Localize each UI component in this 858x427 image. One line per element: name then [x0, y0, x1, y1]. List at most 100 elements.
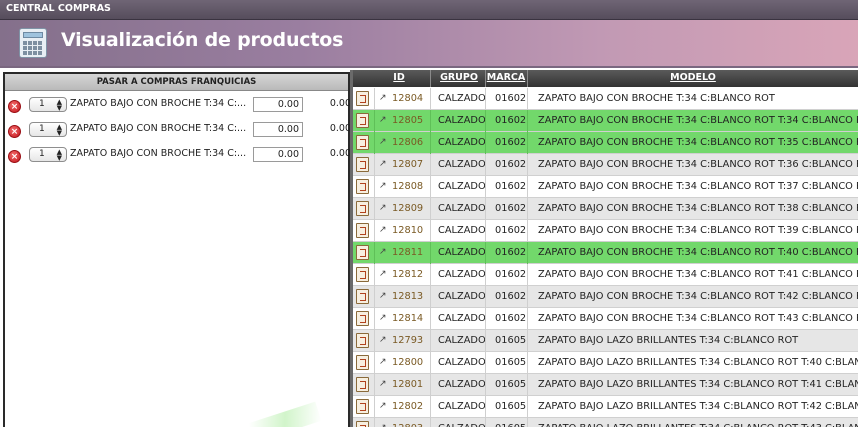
cell-id[interactable]: 12800	[392, 357, 423, 368]
external-link-icon[interactable]: ↗	[379, 379, 387, 389]
table-row[interactable]: ↗ 12809 CALZADO 01602 ZAPATO BAJO CON BROCHE…	[353, 198, 858, 220]
external-link-icon[interactable]: ↗	[379, 93, 387, 103]
cell-id[interactable]: 12793	[392, 335, 423, 346]
quantity-select[interactable]: 1 ▲ ▼	[29, 122, 67, 137]
column-header-id[interactable]: ID	[379, 72, 419, 83]
table-row[interactable]: ↗ 12803 CALZADO 01605 ZAPATO BAJO LAZO BRILL…	[353, 418, 858, 427]
page-title-bar: Visualización de productos	[0, 20, 858, 68]
remove-icon[interactable]: ×	[8, 150, 21, 163]
cell-id[interactable]: 12809	[392, 203, 423, 214]
cell-grupo: CALZADO	[438, 247, 486, 258]
cell-marca: 01602	[495, 159, 527, 170]
cart-row: × 1 ▲ ▼ ZAPATO BAJO CON BROCHE T:34 C:... 0.0…	[8, 145, 351, 165]
cell-id[interactable]: 12812	[392, 269, 423, 280]
table-row[interactable]: ↗ 12805 CALZADO 01602 ZAPATO BAJO CON BROCHE…	[353, 110, 858, 132]
table-row[interactable]: ↗ 12801 CALZADO 01605 ZAPATO BAJO LAZO BRILL…	[353, 374, 858, 396]
transfer-icon[interactable]	[356, 91, 369, 106]
cell-id[interactable]: 12813	[392, 291, 423, 302]
cell-id[interactable]: 12807	[392, 159, 423, 170]
table-row[interactable]: ↗ 12793 CALZADO 01605 ZAPATO BAJO LAZO BRILL…	[353, 330, 858, 352]
remove-icon[interactable]: ×	[8, 125, 21, 138]
cell-id[interactable]: 12810	[392, 225, 423, 236]
table-row[interactable]: ↗ 12802 CALZADO 01605 ZAPATO BAJO LAZO BRILL…	[353, 396, 858, 418]
cell-id[interactable]: 12811	[392, 247, 423, 258]
table-row[interactable]: ↗ 12807 CALZADO 01602 ZAPATO BAJO CON BROCHE…	[353, 154, 858, 176]
cell-id[interactable]: 12801	[392, 379, 423, 390]
cell-marca: 01602	[495, 225, 527, 236]
cell-id[interactable]: 12808	[392, 181, 423, 192]
transfer-icon[interactable]	[356, 377, 369, 392]
external-link-icon[interactable]: ↗	[379, 357, 387, 367]
external-link-icon[interactable]: ↗	[379, 115, 387, 125]
external-link-icon[interactable]: ↗	[379, 159, 387, 169]
transfer-icon[interactable]	[356, 135, 369, 150]
external-link-icon[interactable]: ↗	[379, 401, 387, 411]
table-row[interactable]: ↗ 12813 CALZADO 01602 ZAPATO BAJO CON BROCHE…	[353, 286, 858, 308]
price-input[interactable]: 0.00	[253, 122, 303, 137]
cell-modelo: ZAPATO BAJO CON BROCHE T:34 C:BLANCO ROT…	[538, 203, 858, 214]
external-link-icon[interactable]: ↗	[379, 181, 387, 191]
table-row[interactable]: ↗ 12811 CALZADO 01602 ZAPATO BAJO CON BROCHE…	[353, 242, 858, 264]
cell-marca: 01602	[495, 203, 527, 214]
cell-id[interactable]: 12802	[392, 401, 423, 412]
external-link-icon[interactable]: ↗	[379, 313, 387, 323]
quantity-select[interactable]: 1 ▲ ▼	[29, 97, 67, 112]
cell-marca: 01602	[495, 247, 527, 258]
transfer-icon[interactable]	[356, 223, 369, 238]
external-link-icon[interactable]: ↗	[379, 225, 387, 235]
transfer-icon[interactable]	[356, 421, 369, 427]
app-name-bar: CENTRAL COMPRAS	[0, 0, 858, 20]
price-input[interactable]: 0.00	[253, 147, 303, 162]
cell-id[interactable]: 12803	[392, 423, 423, 427]
transfer-icon[interactable]	[356, 267, 369, 282]
cell-modelo: ZAPATO BAJO LAZO BRILLANTES T:34 C:BLANC…	[538, 423, 858, 427]
table-row[interactable]: ↗ 12814 CALZADO 01602 ZAPATO BAJO CON BROCHE…	[353, 308, 858, 330]
external-link-icon[interactable]: ↗	[379, 203, 387, 213]
cart-row: × 1 ▲ ▼ ZAPATO BAJO CON BROCHE T:34 C:... 0.0…	[8, 120, 351, 140]
external-link-icon[interactable]: ↗	[379, 137, 387, 147]
transfer-icon[interactable]	[356, 201, 369, 216]
column-header-grupo[interactable]: GRUPO	[431, 72, 487, 83]
external-link-icon[interactable]: ↗	[379, 291, 387, 301]
cell-grupo: CALZADO	[438, 225, 486, 236]
cell-marca: 01602	[495, 269, 527, 280]
remove-icon[interactable]: ×	[8, 100, 21, 113]
cell-marca: 01602	[495, 93, 527, 104]
transfer-icon[interactable]	[356, 157, 369, 172]
external-link-icon[interactable]: ↗	[379, 247, 387, 257]
price-input[interactable]: 0.00	[253, 97, 303, 112]
external-link-icon[interactable]: ↗	[379, 423, 387, 427]
cell-grupo: CALZADO	[438, 313, 486, 324]
transfer-icon[interactable]	[356, 333, 369, 348]
table-row[interactable]: ↗ 12806 CALZADO 01602 ZAPATO BAJO CON BROCHE…	[353, 132, 858, 154]
cell-modelo: ZAPATO BAJO LAZO BRILLANTES T:34 C:BLANC…	[538, 357, 858, 368]
transfer-icon[interactable]	[356, 289, 369, 304]
quantity-select[interactable]: 1 ▲ ▼	[29, 147, 67, 162]
cell-id[interactable]: 12804	[392, 93, 423, 104]
cell-id[interactable]: 12814	[392, 313, 423, 324]
transfer-icon[interactable]	[356, 355, 369, 370]
external-link-icon[interactable]: ↗	[379, 335, 387, 345]
cell-marca: 01605	[495, 357, 527, 368]
cell-id[interactable]: 12806	[392, 137, 423, 148]
cell-marca: 01605	[495, 335, 527, 346]
transfer-icon[interactable]	[356, 245, 369, 260]
transfer-icon[interactable]	[356, 179, 369, 194]
table-row[interactable]: ↗ 12804 CALZADO 01602 ZAPATO BAJO CON BROCHE…	[353, 88, 858, 110]
column-header-marca[interactable]: MARCA	[486, 72, 526, 83]
cell-marca: 01602	[495, 313, 527, 324]
transfer-icon[interactable]	[356, 399, 369, 414]
grid-header: ID GRUPO MARCA MODELO	[353, 70, 858, 87]
column-header-modelo[interactable]: MODELO	[528, 72, 858, 83]
transfer-icon[interactable]	[356, 311, 369, 326]
cart-item-total: 0.00	[329, 148, 351, 159]
table-row[interactable]: ↗ 12800 CALZADO 01605 ZAPATO BAJO LAZO BRILL…	[353, 352, 858, 374]
cell-id[interactable]: 12805	[392, 115, 423, 126]
external-link-icon[interactable]: ↗	[379, 269, 387, 279]
transfer-icon[interactable]	[356, 113, 369, 128]
products-grid: ↗ 12804 CALZADO 01602 ZAPATO BAJO CON BROCHE…	[353, 88, 858, 427]
table-row[interactable]: ↗ 12810 CALZADO 01602 ZAPATO BAJO CON BROCHE…	[353, 220, 858, 242]
table-row[interactable]: ↗ 12808 CALZADO 01602 ZAPATO BAJO CON BROCHE…	[353, 176, 858, 198]
table-row[interactable]: ↗ 12812 CALZADO 01602 ZAPATO BAJO CON BROCHE…	[353, 264, 858, 286]
cell-modelo: ZAPATO BAJO CON BROCHE T:34 C:BLANCO ROT…	[538, 313, 858, 324]
